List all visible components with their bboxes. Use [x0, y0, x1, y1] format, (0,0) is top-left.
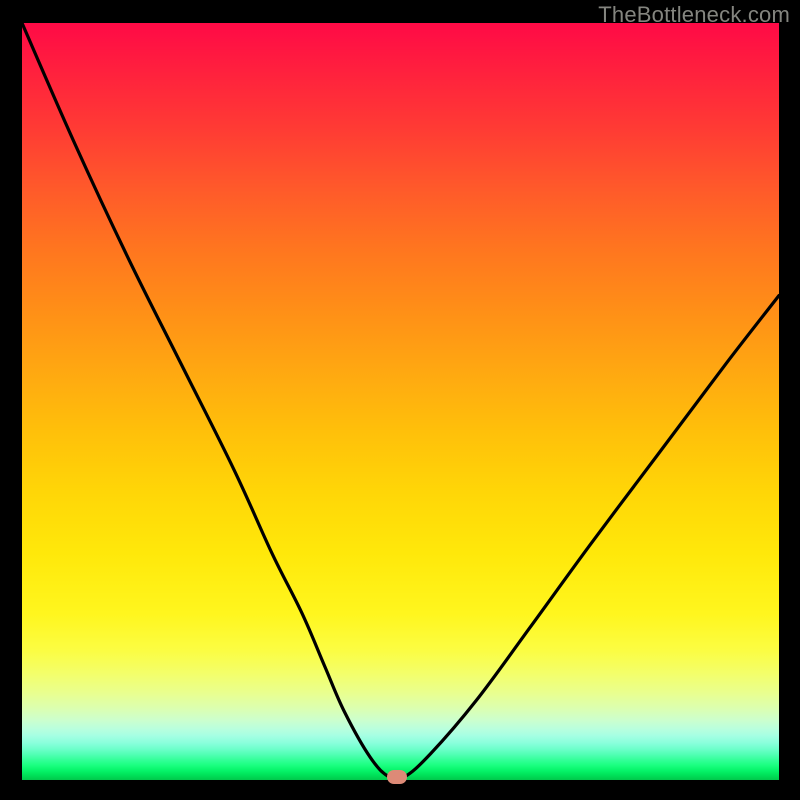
chart-frame: TheBottleneck.com — [0, 0, 800, 800]
attribution-label: TheBottleneck.com — [598, 2, 790, 28]
bottleneck-curve — [22, 23, 779, 780]
curve-svg — [22, 23, 779, 780]
plot-area — [22, 23, 779, 780]
optimal-marker — [387, 770, 407, 784]
